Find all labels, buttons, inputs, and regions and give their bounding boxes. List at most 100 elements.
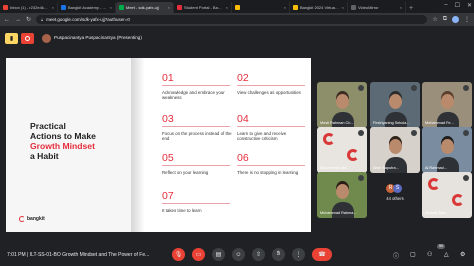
pin-icon[interactable]: ▮	[5, 33, 18, 44]
participant-tile[interactable]: Muhammad Rahma...	[317, 172, 367, 218]
participant-tile[interactable]: Ahmad Zaki...	[422, 172, 472, 218]
maximize-icon[interactable]: ☐	[455, 2, 460, 9]
slide-item-number: 04	[237, 113, 249, 125]
participant-name: Muhammad Ma...	[320, 166, 350, 170]
slide-item: 01 Acknowledge and embrace your weakness	[162, 73, 234, 101]
slide-item: 03 Focus on the process instead of the en…	[162, 114, 234, 142]
participant-tile[interactable]: Muhammad Fe...	[422, 82, 472, 128]
slide-item: 07 It takes time to learn	[162, 191, 234, 213]
background-logo-icon	[323, 133, 335, 145]
participant-name: Firstriyaning Sekola...	[373, 121, 410, 125]
participant-tile[interactable]: Alvin Saputra...	[370, 127, 420, 173]
slide-item-text: View challenges as opportunities	[237, 89, 301, 95]
mic-off-button[interactable]: 🎙︎	[172, 248, 185, 261]
presenter-avatar	[42, 34, 51, 43]
captions-icon: ▤	[215, 252, 222, 258]
host-controls-icon[interactable]: ⚙︎	[460, 251, 465, 258]
tab-favicon-icon	[119, 5, 124, 10]
slide-item-text: Reflect on your learning	[162, 169, 209, 175]
new-tab-icon[interactable]: +	[409, 5, 413, 12]
tab-close-icon[interactable]: ×	[226, 5, 228, 10]
others-tile[interactable]: RS 44 others	[370, 172, 420, 212]
back-icon[interactable]: ←	[4, 17, 10, 23]
tab-favicon-icon	[235, 5, 240, 10]
browser-tab[interactable]: VideoMirror ×	[348, 2, 406, 13]
browser-tab[interactable]: Meet - sdk-yafx-ujj ×	[116, 2, 174, 13]
slide-item-text: Learn to give and receive constructive c…	[237, 130, 287, 142]
presenting-label: Puspacinantya Puspacinantya (Presenting)	[54, 35, 142, 40]
participant-tile[interactable]: Firstriyaning Sekola...	[370, 82, 420, 128]
presentation-slide: Practical Actions to Make Growth Mindset…	[6, 58, 311, 232]
tab-close-icon[interactable]: ×	[400, 5, 402, 10]
muted-mic-icon	[411, 130, 417, 136]
extensions-icon[interactable]: ⧉	[443, 16, 447, 23]
others-label: 44 others	[386, 195, 404, 201]
emoji-button[interactable]: ☺	[232, 248, 245, 261]
url-field[interactable]: 🔒︎ meet.google.com/sdk-yafx-ujj?authuser…	[36, 15, 428, 24]
reload-icon[interactable]: ↻	[26, 16, 31, 23]
title-line-4: a Habit	[30, 151, 59, 161]
browser-tab[interactable]: ×	[232, 2, 290, 13]
tab-favicon-icon	[177, 5, 182, 10]
minimize-icon[interactable]: –	[444, 2, 447, 9]
background-logo-icon	[452, 194, 464, 206]
tab-favicon-icon	[3, 5, 8, 10]
menu-icon[interactable]: ⋮	[464, 16, 470, 23]
participant-count-badge: 50	[437, 244, 446, 249]
tab-close-icon[interactable]: ×	[110, 5, 112, 10]
browser-tab[interactable]: Student Portal - Bangkit ×	[174, 2, 232, 13]
muted-mic-icon	[358, 175, 364, 181]
raise-hand-button[interactable]: ✋︎	[272, 248, 285, 261]
participant-name: Muhammad Rahma...	[320, 211, 357, 215]
forward-icon[interactable]: →	[15, 17, 21, 23]
chat-icon[interactable]: ▢	[410, 251, 416, 258]
slide-item: 05 Reflect on your learning	[162, 153, 234, 175]
muted-mic-icon	[358, 85, 364, 91]
slide-item-divider	[162, 126, 230, 127]
tab-label: Bangkit 2024 Virtual Back	[300, 5, 340, 10]
tab-favicon-icon	[351, 5, 356, 10]
tab-close-icon[interactable]: ×	[284, 5, 286, 10]
more-options-button[interactable]: ⋮	[292, 248, 305, 261]
close-window-icon[interactable]: ✕	[467, 2, 472, 9]
info-icon[interactable]: ⓘ	[393, 251, 399, 260]
participant-tile[interactable]: Mesti Rahman Ch...	[317, 82, 367, 128]
people-icon[interactable]: ⚇	[427, 251, 432, 258]
logo-text: bangkit	[27, 216, 45, 222]
slide-item-text: There is no stopping in learning	[237, 169, 299, 175]
recording-icon[interactable]	[21, 33, 34, 44]
star-icon[interactable]: ☆	[432, 16, 437, 23]
hang-up-icon: ☎︎	[318, 252, 326, 258]
slide-item: 02 View challenges as opportunities	[237, 73, 309, 95]
address-bar-row: ← → ↻ 🔒︎ meet.google.com/sdk-yafx-ujj?au…	[0, 13, 474, 26]
more-options-icon: ⋮	[295, 252, 302, 258]
slide-item-text: It takes time to learn	[162, 207, 202, 213]
tab-close-icon[interactable]: ×	[168, 5, 170, 10]
present-button[interactable]: ⇧	[252, 248, 265, 261]
muted-mic-icon	[463, 175, 469, 181]
slide-item-number: 02	[237, 72, 249, 84]
slide-item: 06 There is no stopping in learning	[237, 153, 309, 175]
slide-item-divider	[162, 203, 230, 204]
camera-off-button[interactable]: ▭	[192, 248, 205, 261]
browser-tab[interactable]: Bangkit 2024 Virtual Back×	[290, 2, 348, 13]
captions-button[interactable]: ▤	[212, 248, 225, 261]
slide-item-number: 06	[237, 152, 249, 164]
slide-item-number: 01	[162, 72, 174, 84]
browser-tab[interactable]: Bangkit Academy - Calendar×	[58, 2, 116, 13]
emoji-icon: ☺	[235, 251, 242, 258]
profile-avatar[interactable]	[452, 16, 459, 23]
tab-close-icon[interactable]: ×	[342, 5, 344, 10]
browser-tab[interactable]: Inbox (1) - r232e4ky1963@×	[0, 2, 58, 13]
participant-face	[336, 94, 349, 109]
activities-icon[interactable]: △	[444, 251, 449, 258]
participant-tile[interactable]: Muhammad Ma...	[317, 127, 367, 173]
participant-face	[441, 94, 454, 109]
tab-close-icon[interactable]: ×	[52, 5, 54, 10]
leave-call-button[interactable]: ☎︎	[312, 248, 332, 261]
participant-tile[interactable]: Al Rahmad...	[422, 127, 472, 173]
slide-item-divider	[237, 126, 305, 127]
participant-body	[385, 112, 407, 128]
meeting-time-title: 7:01 PM | ILT-SS-01-BO Growth Mindset an…	[7, 252, 149, 258]
participant-name: Ahmad Zaki...	[425, 211, 449, 215]
